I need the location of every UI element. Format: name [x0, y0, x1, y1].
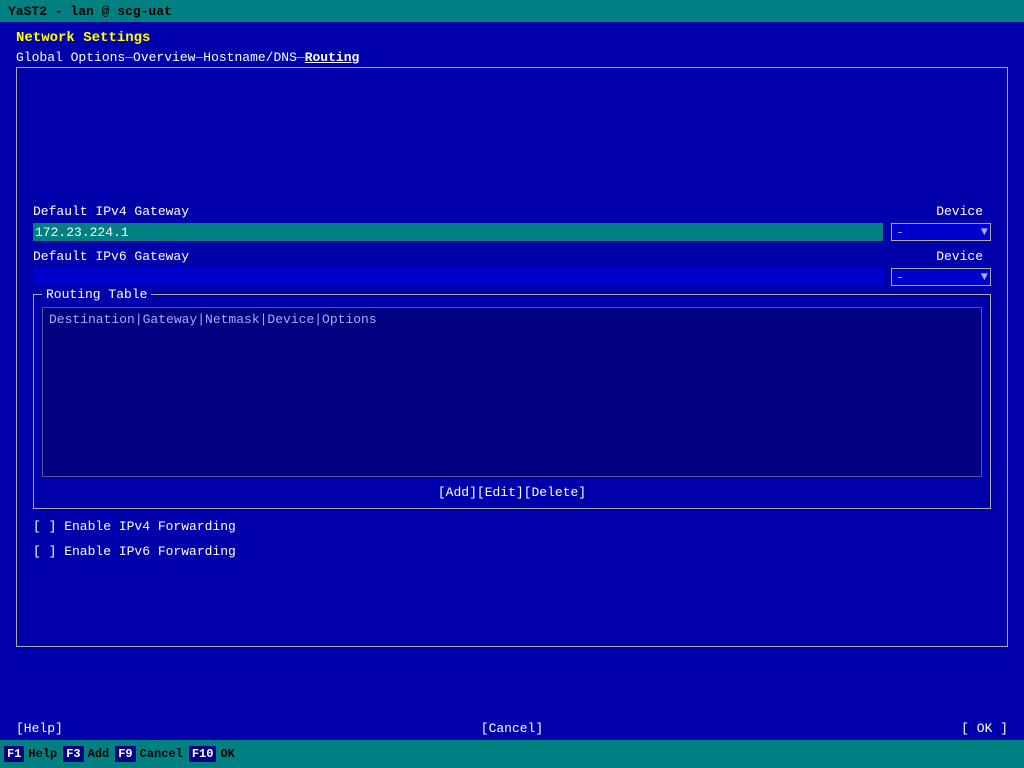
title-bar: YaST2 - lan @ scg-uat [0, 0, 1024, 22]
ipv4-gateway-label: Default IPv4 Gateway [33, 204, 233, 219]
ipv6-fields-row: - eth0 eth1 ▼ [33, 268, 991, 286]
tab-hostname-dns[interactable]: Hostname/DNS [203, 50, 297, 65]
tab-global-options[interactable]: Global Options [16, 50, 125, 65]
ipv4-gateway-row: Default IPv4 Gateway Device [33, 204, 991, 219]
fkey-f9[interactable]: F9 Cancel [115, 746, 187, 762]
ipv4-forwarding-checkbox-display[interactable]: [ ] Enable IPv4 Forwarding [33, 519, 236, 534]
add-button[interactable]: [Add] [438, 485, 477, 500]
action-buttons-row: [Add][Edit][Delete] [42, 485, 982, 500]
cancel-button[interactable]: [Cancel] [481, 721, 543, 736]
fkey-f10[interactable]: F10 OK [189, 746, 239, 762]
fkey-f3[interactable]: F3 Add [63, 746, 113, 762]
ipv6-gateway-row: Default IPv6 Gateway Device [33, 249, 991, 264]
title-text: YaST2 - lan @ scg-uat [8, 4, 172, 19]
fkey-f1[interactable]: F1 Help [4, 746, 61, 762]
ipv4-forwarding-row: [ ] Enable IPv4 Forwarding [33, 519, 991, 534]
routing-table-header: Destination|Gateway|Netmask|Device|Optio… [49, 312, 975, 327]
ipv4-device-dropdown-wrapper: - eth0 eth1 ▼ [891, 223, 991, 241]
routing-table-content[interactable]: Destination|Gateway|Netmask|Device|Optio… [42, 307, 982, 477]
fkey-bar: F1 Help F3 Add F9 Cancel F10 OK [0, 740, 1024, 768]
ipv6-forwarding-checkbox-display[interactable]: [ ] Enable IPv6 Forwarding [33, 544, 236, 559]
ipv6-gateway-label: Default IPv6 Gateway [33, 249, 233, 264]
ipv6-device-select[interactable]: - eth0 eth1 [892, 270, 990, 285]
ipv6-device-dropdown-wrapper: - eth0 eth1 ▼ [891, 268, 991, 286]
bottom-bar: [Help] [Cancel] [ OK ] [0, 717, 1024, 740]
ok-button[interactable]: [ OK ] [961, 721, 1008, 736]
ipv4-device-label: Device [936, 204, 983, 219]
help-button[interactable]: [Help] [16, 721, 63, 736]
ipv6-gateway-input[interactable] [33, 268, 883, 286]
page-heading: Network Settings [16, 30, 1008, 46]
delete-button[interactable]: [Delete] [524, 485, 586, 500]
settings-panel: Default IPv4 Gateway Device - eth0 eth1 … [16, 67, 1008, 647]
routing-table-section: Routing Table Destination|Gateway|Netmas… [33, 294, 991, 509]
tab-overview[interactable]: Overview [133, 50, 195, 65]
ipv4-gateway-input[interactable] [33, 223, 883, 241]
main-content: Network Settings Global Options — Overvi… [0, 22, 1024, 708]
tabs-row: Global Options — Overview — Hostname/DNS… [16, 50, 1008, 65]
ipv4-fields-row: - eth0 eth1 ▼ [33, 223, 991, 241]
ipv4-device-select[interactable]: - eth0 eth1 [892, 225, 990, 240]
routing-table-legend: Routing Table [42, 287, 151, 302]
ipv6-device-label: Device [936, 249, 983, 264]
edit-button[interactable]: [Edit] [477, 485, 524, 500]
tab-routing[interactable]: Routing [305, 50, 360, 65]
ipv6-forwarding-row: [ ] Enable IPv6 Forwarding [33, 544, 991, 559]
